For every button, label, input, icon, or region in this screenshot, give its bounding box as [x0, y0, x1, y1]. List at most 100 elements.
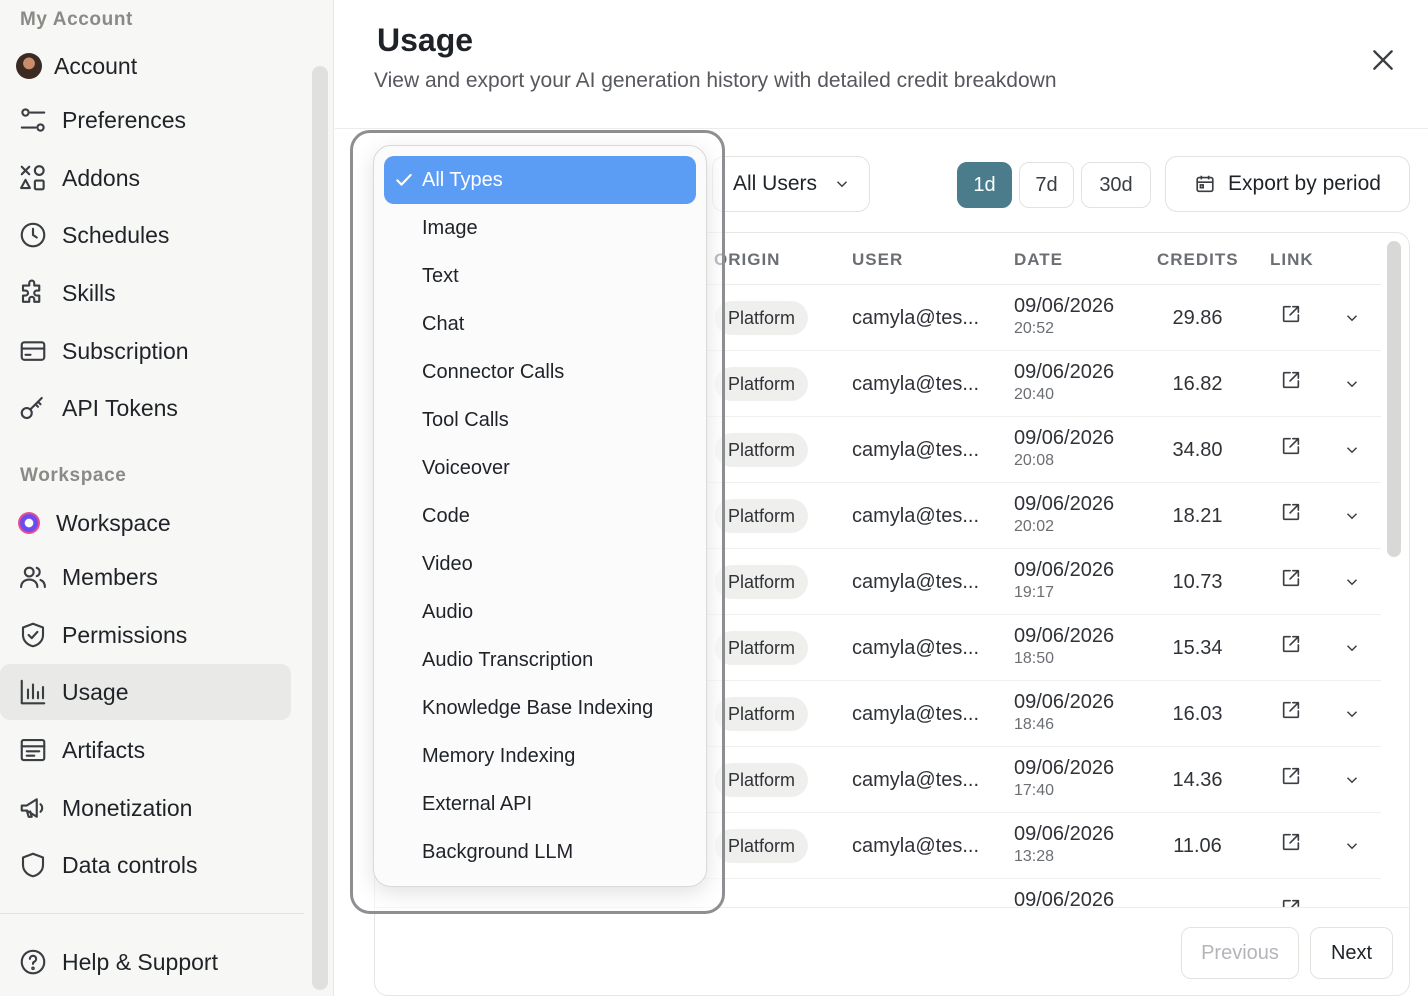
- date-cell: 09/06/2026 13:28: [1014, 822, 1114, 868]
- chevron-down-icon[interactable]: [1343, 573, 1361, 591]
- previous-page-button[interactable]: Previous: [1181, 927, 1299, 979]
- sidebar-item-api-tokens[interactable]: API Tokens: [0, 380, 291, 436]
- sidebar-item-label: Data controls: [62, 851, 198, 878]
- sidebar-item-monetization[interactable]: Monetization: [0, 780, 291, 836]
- time-value: 13:28: [1014, 848, 1055, 865]
- chevron-down-icon[interactable]: [1343, 309, 1361, 327]
- user-cell: camyla@tes...: [852, 307, 980, 329]
- user-cell: camyla@tes...: [852, 439, 980, 461]
- period-1d-button[interactable]: 1d: [957, 162, 1012, 208]
- user-cell: camyla@tes...: [852, 637, 980, 659]
- workspace-logo: [18, 512, 40, 534]
- time-value: 20:08: [1014, 452, 1055, 469]
- type-option-knowledge-base-indexing[interactable]: Knowledge Base Indexing: [384, 684, 696, 732]
- credits-cell: 16.03: [1172, 703, 1223, 725]
- external-link-icon[interactable]: [1280, 435, 1302, 457]
- shield-icon: [18, 850, 48, 880]
- export-button-label: Export by period: [1228, 172, 1381, 195]
- clock-icon: [18, 220, 48, 250]
- external-link-icon[interactable]: [1280, 699, 1302, 721]
- users-filter-select[interactable]: All Users: [712, 156, 870, 212]
- sidebar-item-artifacts[interactable]: Artifacts: [0, 722, 291, 778]
- time-value: 20:40: [1014, 386, 1055, 403]
- export-by-period-button[interactable]: Export by period: [1165, 156, 1410, 212]
- sidebar-item-usage[interactable]: Usage: [0, 664, 291, 720]
- type-option-image[interactable]: Image: [384, 204, 696, 252]
- sidebar-item-addons[interactable]: Addons: [0, 150, 291, 206]
- credits-cell: 29.86: [1172, 307, 1223, 329]
- sidebar-item-subscription[interactable]: Subscription: [0, 323, 291, 379]
- chevron-down-icon[interactable]: [1343, 771, 1361, 789]
- type-option-background-llm[interactable]: Background LLM: [384, 828, 696, 876]
- users-filter-value: All Users: [733, 172, 818, 195]
- sliders-icon: [18, 105, 48, 135]
- external-link-icon[interactable]: [1280, 633, 1302, 655]
- chevron-down-icon[interactable]: [1343, 639, 1361, 657]
- type-option-connector-calls[interactable]: Connector Calls: [384, 348, 696, 396]
- sidebar-item-help-support[interactable]: Help & Support: [0, 934, 291, 990]
- credits-cell: 11.06: [1173, 835, 1222, 857]
- external-link-icon[interactable]: [1280, 369, 1302, 391]
- sidebar-item-label: Subscription: [62, 337, 189, 364]
- sidebar-item-members[interactable]: Members: [0, 549, 291, 605]
- sidebar-item-data-controls[interactable]: Data controls: [0, 837, 291, 893]
- chevron-down-icon[interactable]: [1343, 441, 1361, 459]
- sidebar-item-label: Workspace: [56, 509, 171, 536]
- type-option-voiceover[interactable]: Voiceover: [384, 444, 696, 492]
- date-value: 09/06/2026: [1014, 559, 1115, 581]
- type-option-external-api[interactable]: External API: [384, 780, 696, 828]
- external-link-icon[interactable]: [1280, 897, 1302, 907]
- close-button[interactable]: [1367, 44, 1399, 76]
- type-option-code[interactable]: Code: [384, 492, 696, 540]
- credits-cell: 10.73: [1172, 571, 1223, 593]
- close-icon: [1373, 50, 1393, 70]
- origin-badge: Platform: [715, 763, 809, 797]
- usage-settings-window: My Account Account Preferences Addons Sc…: [0, 0, 1428, 996]
- type-filter-dropdown: All Types Image Text Chat Connector Call…: [373, 145, 707, 887]
- type-option-chat[interactable]: Chat: [384, 300, 696, 348]
- period-30d-button[interactable]: 30d: [1081, 162, 1151, 208]
- date-value: 09/06/2026: [1014, 889, 1115, 907]
- type-option-audio-transcription[interactable]: Audio Transcription: [384, 636, 696, 684]
- type-option-tool-calls[interactable]: Tool Calls: [384, 396, 696, 444]
- user-cell: camyla@tes...: [852, 571, 980, 593]
- external-link-icon[interactable]: [1280, 567, 1302, 589]
- sidebar-scrollbar[interactable]: [312, 66, 328, 990]
- puzzle-icon: [18, 278, 48, 308]
- sidebar-item-account[interactable]: Account: [0, 38, 291, 94]
- date-cell: 09/06/2026 20:02: [1014, 492, 1114, 538]
- chevron-down-icon[interactable]: [1343, 507, 1361, 525]
- origin-badge: Platform: [715, 433, 809, 467]
- credits-cell: 15.34: [1172, 637, 1223, 659]
- sidebar-item-schedules[interactable]: Schedules: [0, 207, 291, 263]
- credits-cell: 16.82: [1172, 373, 1223, 395]
- chevron-down-icon[interactable]: [1343, 375, 1361, 393]
- sidebar-item-workspace[interactable]: Workspace: [0, 495, 291, 551]
- external-link-icon[interactable]: [1280, 765, 1302, 787]
- period-7d-button[interactable]: 7d: [1019, 162, 1074, 208]
- type-option-video[interactable]: Video: [384, 540, 696, 588]
- card-icon: [18, 336, 48, 366]
- sidebar-item-label: Artifacts: [62, 736, 146, 763]
- type-option-all-types[interactable]: All Types: [384, 156, 696, 204]
- type-option-text[interactable]: Text: [384, 252, 696, 300]
- time-value: 17:40: [1014, 782, 1055, 799]
- column-header-link: LINK: [1270, 250, 1314, 269]
- sidebar-item-label: Usage: [62, 678, 129, 705]
- column-header-user: USER: [852, 250, 904, 269]
- sidebar-item-label: Preferences: [62, 106, 187, 133]
- external-link-icon[interactable]: [1280, 501, 1302, 523]
- chevron-down-icon[interactable]: [1343, 837, 1361, 855]
- sidebar-item-skills[interactable]: Skills: [0, 265, 291, 321]
- type-option-memory-indexing[interactable]: Memory Indexing: [384, 732, 696, 780]
- chevron-down-icon[interactable]: [1343, 705, 1361, 723]
- external-link-icon[interactable]: [1280, 831, 1302, 853]
- sidebar-item-permissions[interactable]: Permissions: [0, 607, 291, 663]
- sidebar-item-preferences[interactable]: Preferences: [0, 92, 291, 148]
- megaphone-icon: [18, 793, 48, 823]
- calendar-icon: [1196, 175, 1214, 193]
- external-link-icon[interactable]: [1280, 303, 1302, 325]
- table-scrollbar[interactable]: [1387, 241, 1401, 557]
- type-option-audio[interactable]: Audio: [384, 588, 696, 636]
- next-page-button[interactable]: Next: [1310, 927, 1393, 979]
